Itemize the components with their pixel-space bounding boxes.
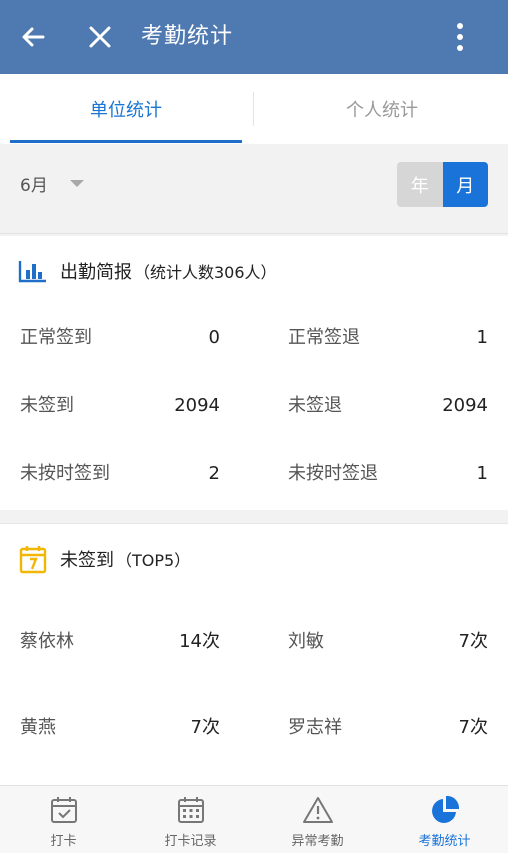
warning-icon <box>302 794 334 826</box>
nav-label: 考勤统计 <box>418 834 471 849</box>
unsigned-title: 未签到 <box>60 550 114 571</box>
stat-label-normal-checkout: 正常签退 <box>288 327 360 348</box>
stat-value-missed-checkin: 2094 <box>174 395 220 416</box>
stat-value-normal-checkout: 1 <box>476 327 488 348</box>
period-toggle: 年 月 <box>397 162 488 207</box>
stat-label-early-checkout: 未按时签退 <box>288 463 378 484</box>
bottom-navigation: 打卡 打卡记录 异常考勤 考勤统计 <box>0 785 508 853</box>
nav-abnormal-attendance[interactable]: 异常考勤 <box>254 786 381 853</box>
stat-value-normal-checkin: 0 <box>208 327 220 348</box>
summary-header: 出勤简报 （统计人数306人） <box>18 256 277 286</box>
stat-label-missed-checkout: 未签退 <box>288 395 342 416</box>
unsigned-name: 黄燕 <box>20 717 56 738</box>
page-title: 考勤统计 <box>141 24 234 49</box>
month-value: 6月 <box>20 175 48 196</box>
nav-label: 打卡 <box>50 834 77 849</box>
arrow-left-icon <box>22 27 45 47</box>
year-button[interactable]: 年 <box>397 162 443 207</box>
stat-value-early-checkout: 1 <box>476 463 488 484</box>
nav-label: 打卡记录 <box>164 834 217 849</box>
tab-divider <box>253 92 254 126</box>
unsigned-name: 蔡依林 <box>20 631 74 652</box>
summary-subtitle: （统计人数306人） <box>134 263 277 282</box>
filter-bar: 6月 年 月 <box>0 144 508 234</box>
chevron-down-icon <box>69 179 84 187</box>
tab-personal-stats[interactable]: 个人统计 <box>256 74 508 144</box>
tab-bar: 单位统计 个人统计 <box>0 74 508 144</box>
stat-label-normal-checkin: 正常签到 <box>20 327 92 348</box>
attendance-summary-card: 出勤简报 （统计人数306人） 正常签到 0 正常签退 1 未签到 2094 未… <box>0 236 508 510</box>
stat-value-late-checkin: 2 <box>208 463 220 484</box>
stat-label-missed-checkin: 未签到 <box>20 395 74 416</box>
unsigned-name: 罗志祥 <box>288 717 342 738</box>
unsigned-top5-card: 未签到 （TOP5） 蔡依林 14次 刘敏 7次 黄燕 7次 罗志祥 7次 <box>0 523 508 785</box>
more-button[interactable] <box>443 20 477 54</box>
month-button[interactable]: 月 <box>442 162 488 207</box>
close-button[interactable] <box>83 20 117 54</box>
calendar-icon <box>18 544 48 574</box>
summary-title: 出勤简报 <box>60 262 132 283</box>
bar-chart-icon <box>18 256 48 286</box>
tab-unit-stats[interactable]: 单位统计 <box>0 74 252 144</box>
nav-label: 异常考勤 <box>291 834 344 849</box>
more-vertical-icon <box>457 23 463 51</box>
active-tab-indicator <box>10 140 242 143</box>
stat-label-late-checkin: 未按时签到 <box>20 463 110 484</box>
pie-chart-icon <box>429 794 461 826</box>
unsigned-header: 未签到 （TOP5） <box>18 544 190 574</box>
nav-attendance-stats[interactable]: 考勤统计 <box>381 786 508 853</box>
unsigned-count: 14次 <box>179 631 220 652</box>
month-dropdown[interactable]: 6月 <box>20 168 84 198</box>
app-screen: 考勤统计 单位统计 个人统计 6月 年 月 出勤简报 （统计人数306人） 正常… <box>0 0 508 853</box>
back-button[interactable] <box>16 20 50 54</box>
unsigned-count: 7次 <box>190 717 220 738</box>
unsigned-count: 7次 <box>458 717 488 738</box>
nav-punch[interactable]: 打卡 <box>0 786 127 853</box>
stat-value-missed-checkout: 2094 <box>442 395 488 416</box>
top-app-bar: 考勤统计 <box>0 0 508 74</box>
nav-punch-records[interactable]: 打卡记录 <box>127 786 254 853</box>
close-icon <box>89 26 111 48</box>
calendar-check-icon <box>48 794 80 826</box>
calendar-grid-icon <box>175 794 207 826</box>
unsigned-name: 刘敏 <box>288 631 324 652</box>
unsigned-subtitle: （TOP5） <box>116 551 191 570</box>
unsigned-count: 7次 <box>458 631 488 652</box>
